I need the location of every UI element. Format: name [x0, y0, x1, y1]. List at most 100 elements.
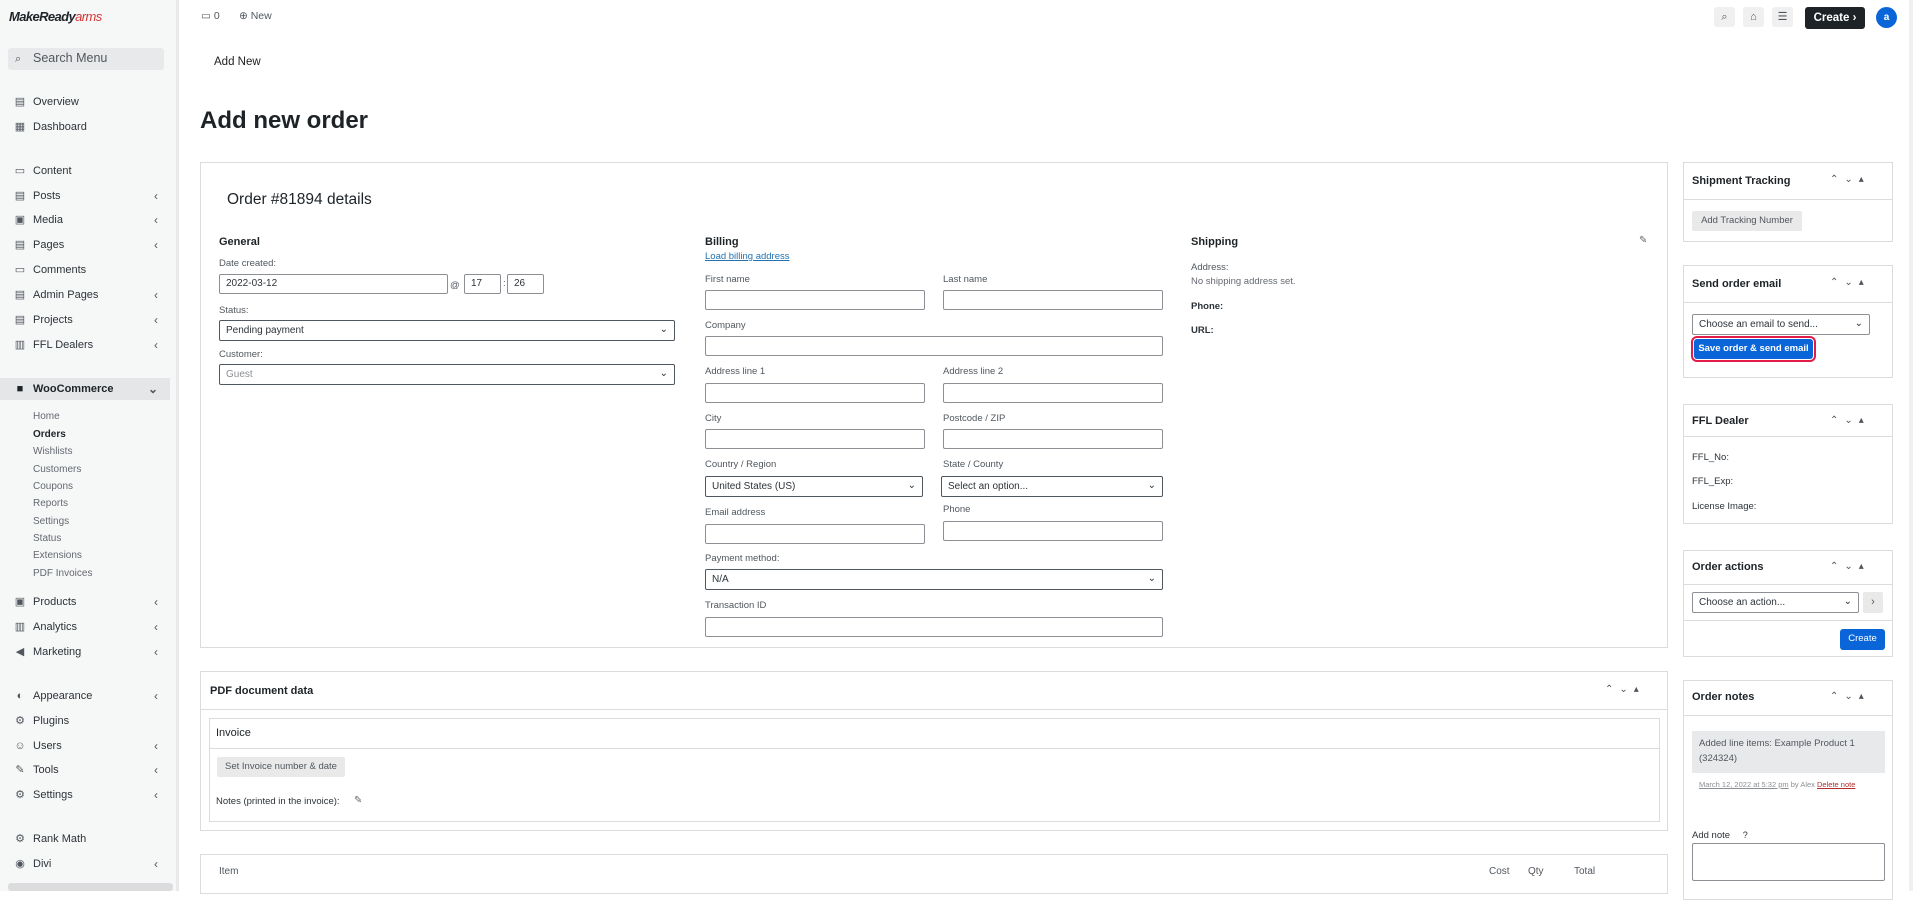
comment-icon: ▭	[201, 10, 214, 22]
email-input[interactable]	[705, 524, 925, 544]
submenu-coupons[interactable]: Coupons	[33, 480, 73, 494]
customer-select[interactable]: Guest ⌄	[219, 364, 675, 385]
company-input[interactable]	[705, 336, 1163, 356]
home-icon[interactable]: ⌂	[1743, 7, 1764, 27]
city-input[interactable]	[705, 429, 925, 449]
chevron-left-icon: ‹	[154, 288, 158, 302]
address-line-2-label: Address line 2	[943, 366, 1004, 377]
box-controls[interactable]: ⌃⌄▴	[1830, 277, 1870, 288]
apply-action-button[interactable]: ›	[1863, 592, 1883, 613]
menu-search[interactable]: ⌕ Search Menu	[8, 48, 164, 70]
menu-item-tools[interactable]: ✎ Tools ‹	[0, 759, 170, 781]
help-icon[interactable]: ?	[1743, 830, 1748, 840]
plus-circle-icon: ⊕	[239, 10, 251, 22]
first-name-input[interactable]	[705, 290, 925, 310]
new-label: New	[250, 10, 272, 22]
submenu-customers[interactable]: Customers	[33, 463, 81, 477]
transaction-id-input[interactable]	[705, 617, 1163, 637]
chevron-left-icon: ‹	[154, 338, 158, 352]
menu-item-analytics[interactable]: ▥ Analytics ‹	[0, 616, 170, 638]
menu-item-settings[interactable]: ⚙ Settings ‹	[0, 784, 170, 806]
add-note-textarea[interactable]	[1692, 843, 1885, 881]
panel-controls[interactable]: ⌃⌄▴	[1605, 684, 1645, 695]
box-controls[interactable]: ⌃⌄▴	[1830, 561, 1870, 572]
menu-item-posts[interactable]: ▤ Posts ‹	[0, 185, 170, 207]
tab-add-new[interactable]: Add New	[214, 56, 261, 68]
submenu-wishlists[interactable]: Wishlists	[33, 445, 72, 459]
country-select[interactable]: United States (US) ⌄	[705, 476, 923, 497]
site-logo[interactable]: MakeReadyarms	[9, 9, 102, 24]
menu-item-users[interactable]: ☺ Users ‹	[0, 735, 170, 757]
search-icon[interactable]: ⌕	[1714, 7, 1735, 27]
chevron-left-icon: ‹	[154, 620, 158, 634]
minute-input[interactable]: 26	[507, 274, 544, 294]
menu-item-products[interactable]: ▣ Products ‹	[0, 591, 170, 613]
email-select-value: Choose an email to send...	[1699, 319, 1818, 330]
submenu-home[interactable]: Home	[33, 410, 60, 424]
shipment-tracking-title: Shipment Tracking	[1692, 175, 1791, 187]
menu-item-content[interactable]: ▭ Content	[0, 160, 170, 182]
date-created-input[interactable]: 2022-03-12	[219, 274, 448, 294]
create-button[interactable]: Create ›	[1805, 7, 1865, 29]
page-scrollbar[interactable]	[1909, 0, 1913, 891]
menu-label: Analytics	[33, 621, 78, 633]
projects-icon: ▤	[14, 314, 26, 326]
phone-input[interactable]	[943, 521, 1163, 541]
email-select[interactable]: Choose an email to send... ⌄	[1692, 314, 1870, 335]
save-and-send-email-button[interactable]: Save order & send email	[1691, 336, 1816, 362]
invoice-notes-label: Notes (printed in the invoice):	[216, 796, 340, 807]
menu-item-pages[interactable]: ▤ Pages ‹	[0, 234, 170, 256]
order-action-select[interactable]: Choose an action... ⌄	[1692, 592, 1859, 613]
at-symbol: @	[450, 280, 460, 291]
payment-method-select[interactable]: N/A ⌄	[705, 569, 1163, 590]
menu-label: Settings	[33, 789, 73, 801]
edit-pencil-icon[interactable]: ✎	[1639, 235, 1647, 246]
load-billing-address-link[interactable]: Load billing address	[705, 251, 790, 262]
submenu-reports[interactable]: Reports	[33, 497, 68, 511]
menu-item-admin-pages[interactable]: ▤ Admin Pages ‹	[0, 284, 170, 306]
box-controls[interactable]: ⌃⌄▴	[1830, 691, 1870, 702]
menu-item-projects[interactable]: ▤ Projects ‹	[0, 309, 170, 331]
last-name-input[interactable]	[943, 290, 1163, 310]
comments-counter[interactable]: ▭ 0	[201, 10, 220, 22]
address-line-1-input[interactable]	[705, 383, 925, 403]
hour-input[interactable]: 17	[464, 274, 501, 294]
add-tracking-number-button[interactable]: Add Tracking Number	[1692, 211, 1802, 231]
box-controls[interactable]: ⌃⌄▴	[1830, 174, 1870, 185]
submenu-orders[interactable]: Orders	[33, 428, 66, 442]
sidebar-resize-rail[interactable]	[176, 0, 179, 891]
state-select[interactable]: Select an option... ⌄	[941, 476, 1163, 497]
new-content-button[interactable]: ⊕ New	[239, 10, 272, 22]
sliders-icon[interactable]: ☰	[1772, 7, 1793, 27]
menu-item-appearance[interactable]: ◐ Appearance ‹	[0, 685, 170, 707]
status-select[interactable]: Pending payment ⌄	[219, 320, 675, 341]
chevron-down-icon: ⌄	[1843, 596, 1852, 607]
menu-item-dashboard[interactable]: ▦ Dashboard	[0, 116, 170, 138]
menu-item-marketing[interactable]: ◀ Marketing ‹	[0, 641, 170, 663]
postcode-label: Postcode / ZIP	[943, 413, 1006, 424]
set-invoice-number-button[interactable]: Set Invoice number & date	[217, 757, 345, 777]
menu-item-comments[interactable]: ▭ Comments	[0, 259, 170, 281]
avatar[interactable]: a	[1876, 7, 1897, 28]
menu-item-ffl-dealers[interactable]: ▥ FFL Dealers ‹	[0, 334, 170, 356]
address-line-2-input[interactable]	[943, 383, 1163, 403]
box-controls[interactable]: ⌃⌄▴	[1830, 415, 1870, 426]
submenu-extensions[interactable]: Extensions	[33, 549, 82, 563]
submenu-pdf-invoices[interactable]: PDF Invoices	[33, 567, 92, 581]
create-order-button[interactable]: Create	[1840, 629, 1885, 650]
submenu-status[interactable]: Status	[33, 532, 61, 546]
menu-item-divi[interactable]: ◉ Divi ‹	[0, 853, 170, 875]
postcode-input[interactable]	[943, 429, 1163, 449]
menu-item-woocommerce[interactable]: ■ WooCommerce ⌄	[0, 378, 170, 400]
sidebar-scrollbar[interactable]	[8, 883, 173, 891]
menu-item-rank-math[interactable]: ⚙ Rank Math	[0, 828, 170, 850]
menu-search-label: Search Menu	[33, 51, 108, 65]
edit-pencil-icon[interactable]: ✎	[354, 795, 362, 806]
menu-item-overview[interactable]: ▤ Overview	[0, 91, 170, 113]
divider	[1683, 199, 1893, 200]
delete-note-link[interactable]: Delete note	[1817, 780, 1855, 789]
shipping-url-label: URL:	[1191, 325, 1214, 336]
menu-item-media[interactable]: ▣ Media ‹	[0, 209, 170, 231]
submenu-settings[interactable]: Settings	[33, 515, 69, 529]
menu-item-plugins[interactable]: ⚙ Plugins	[0, 710, 170, 732]
